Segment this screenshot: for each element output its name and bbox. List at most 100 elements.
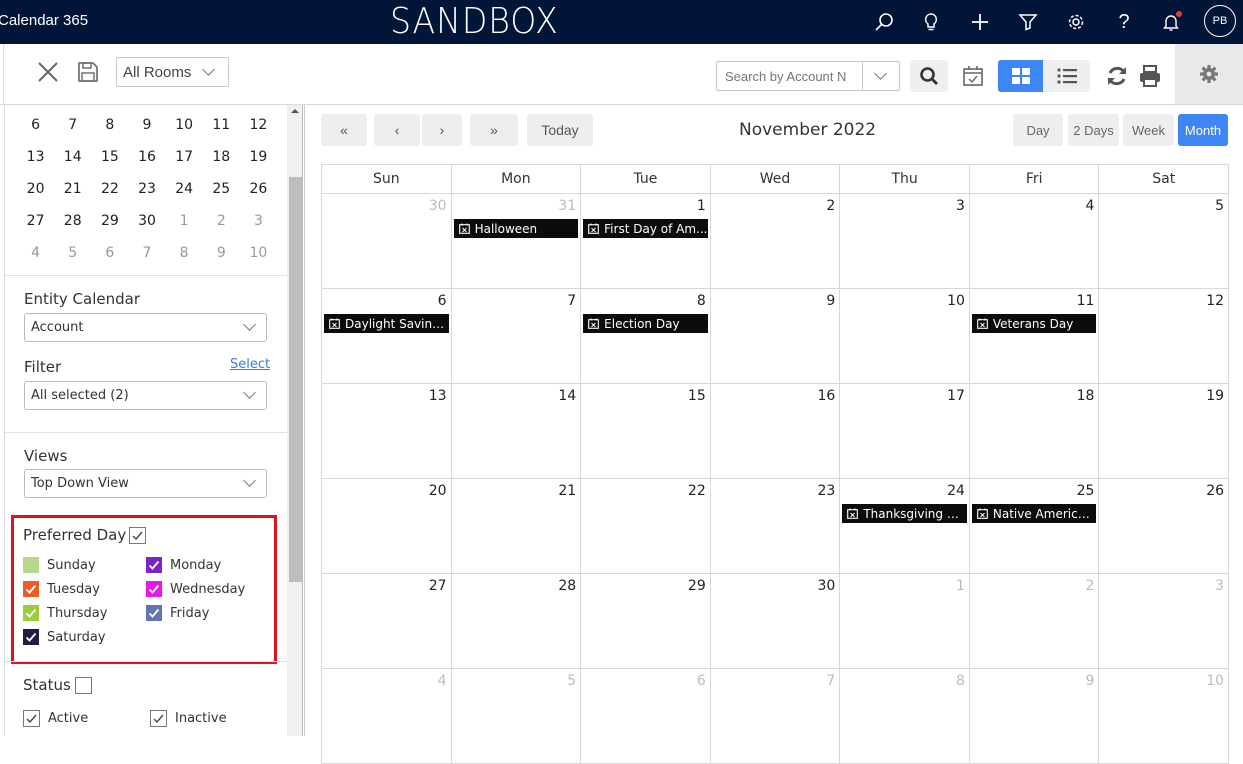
refresh-button[interactable] (1105, 64, 1129, 88)
bell-icon[interactable] (1157, 8, 1185, 36)
calendar-day-cell[interactable]: 8 (839, 669, 969, 763)
close-button[interactable] (34, 58, 62, 86)
calendar-day-cell[interactable]: 2 (709, 194, 840, 288)
calendar-day-cell[interactable]: 27 (322, 574, 451, 668)
calendar-event[interactable]: Native America... (971, 504, 1097, 523)
lightbulb-icon[interactable] (917, 8, 945, 36)
preferred-day-tuesday[interactable]: Tuesday (23, 580, 100, 598)
calendar-event[interactable]: Election Day (583, 314, 708, 333)
active-checkbox[interactable] (23, 709, 40, 727)
calendar-day-cell[interactable]: 18 (968, 384, 1099, 478)
calendar-day-cell[interactable]: 19 (1098, 384, 1228, 478)
calendar-event[interactable]: Thanksgiving Day (842, 504, 967, 523)
avatar[interactable]: PB (1204, 5, 1236, 37)
calendar-day-cell[interactable]: 25 Native America... (968, 479, 1099, 573)
plus-icon[interactable] (966, 8, 994, 36)
next-button[interactable]: › (422, 114, 462, 146)
calendar-day-cell[interactable]: 31 Halloween (450, 194, 581, 288)
calendar-day-cell[interactable]: 20 (322, 479, 451, 573)
mini-calendar-day[interactable]: 19 (240, 149, 277, 165)
view-day-button[interactable]: Day (1013, 114, 1063, 146)
preferred-day-thursday[interactable]: Thursday (23, 604, 107, 622)
calendar-day-cell[interactable]: 10 (839, 289, 969, 383)
mini-calendar-day[interactable]: 8 (91, 117, 128, 133)
calendar-day-cell[interactable]: 14 (450, 384, 581, 478)
mini-calendar-day[interactable]: 28 (54, 213, 91, 229)
rooms-select[interactable]: All Rooms (116, 57, 229, 87)
calendar-day-cell[interactable]: 21 (450, 479, 581, 573)
calendar-day-cell[interactable]: 5 (450, 669, 581, 763)
mini-calendar-day[interactable]: 29 (91, 213, 128, 229)
view-week-button[interactable]: Week (1123, 114, 1174, 146)
sidebar-scrollbar[interactable] (287, 105, 303, 736)
app-name[interactable]: Calendar 365 (0, 12, 88, 29)
calendar-check-button[interactable] (961, 64, 985, 88)
calendar-day-cell[interactable]: 5 (1098, 194, 1228, 288)
calendar-day-cell[interactable]: 8 Election Day (580, 289, 710, 383)
views-select[interactable]: Top Down View (24, 469, 267, 498)
calendar-event[interactable]: Daylight Saving ... (324, 314, 449, 333)
mini-calendar-day[interactable]: 2 (203, 213, 240, 229)
mini-calendar-day[interactable]: 6 (17, 117, 54, 133)
scroll-up-arrow-icon[interactable] (291, 109, 299, 113)
mini-calendar-day[interactable]: 22 (91, 181, 128, 197)
mini-calendar-day[interactable]: 24 (166, 181, 203, 197)
mini-calendar-day[interactable]: 3 (240, 213, 277, 229)
calendar-event[interactable]: First Day of Am... (583, 219, 708, 238)
settings-panel-button[interactable] (1175, 44, 1243, 104)
account-search-input[interactable] (717, 62, 862, 90)
calendar-day-cell[interactable]: 7 (450, 289, 581, 383)
gear-icon[interactable] (1062, 8, 1090, 36)
scroll-thumb[interactable] (289, 177, 302, 582)
calendar-day-cell[interactable]: 15 (580, 384, 710, 478)
inactive-checkbox[interactable] (150, 709, 167, 727)
preferred-day-checkbox[interactable] (129, 527, 146, 544)
mini-calendar-day[interactable]: 21 (54, 181, 91, 197)
last-button[interactable]: » (470, 114, 518, 146)
mini-calendar-day[interactable]: 12 (240, 117, 277, 133)
calendar-day-cell[interactable]: 2 (968, 574, 1099, 668)
mini-calendar-day[interactable]: 23 (128, 181, 165, 197)
mini-calendar-day[interactable]: 9 (128, 117, 165, 133)
calendar-day-cell[interactable]: 26 (1098, 479, 1228, 573)
mini-calendar-day[interactable]: 7 (128, 245, 165, 261)
calendar-day-cell[interactable]: 10 (1098, 669, 1228, 763)
view-month-button[interactable]: Month (1178, 114, 1228, 146)
wednesday-checkbox[interactable] (146, 581, 162, 597)
search-icon[interactable] (870, 8, 898, 36)
calendar-day-cell[interactable]: 16 (709, 384, 840, 478)
calendar-day-cell[interactable]: 4 (322, 669, 451, 763)
calendar-day-cell[interactable]: 13 (322, 384, 451, 478)
mini-calendar-day[interactable]: 14 (54, 149, 91, 165)
calendar-day-cell[interactable]: 22 (580, 479, 710, 573)
mini-calendar-day[interactable]: 9 (203, 245, 240, 261)
calendar-event[interactable]: Halloween (453, 219, 579, 238)
saturday-checkbox[interactable] (23, 629, 39, 645)
preferred-day-sunday[interactable]: Sunday (23, 556, 96, 574)
preferred-day-friday[interactable]: Friday (146, 604, 209, 622)
mini-calendar-day[interactable]: 16 (128, 149, 165, 165)
status-inactive-option[interactable]: Inactive (150, 709, 227, 727)
mini-calendar-day[interactable]: 1 (166, 213, 203, 229)
calendar-day-cell[interactable]: 3 (839, 194, 969, 288)
list-view-button[interactable] (1043, 60, 1090, 92)
preferred-day-monday[interactable]: Monday (146, 556, 221, 574)
today-button[interactable]: Today (527, 114, 593, 146)
mini-calendar-day[interactable]: 11 (203, 117, 240, 133)
view-2days-button[interactable]: 2 Days (1068, 114, 1119, 146)
calendar-day-cell[interactable]: 24 Thanksgiving Day (839, 479, 969, 573)
mini-calendar-day[interactable]: 8 (166, 245, 203, 261)
help-icon[interactable]: ? (1110, 8, 1138, 36)
friday-checkbox[interactable] (146, 605, 162, 621)
filter-select[interactable]: All selected (2) (24, 381, 267, 410)
preferred-day-saturday[interactable]: Saturday (23, 628, 106, 646)
calendar-day-cell[interactable]: 6 (580, 669, 710, 763)
calendar-day-cell[interactable]: 9 (709, 289, 840, 383)
calendar-day-cell[interactable]: 11 Veterans Day (968, 289, 1099, 383)
calendar-day-cell[interactable]: 12 (1098, 289, 1228, 383)
mini-calendar-day[interactable]: 20 (17, 181, 54, 197)
mini-calendar-day[interactable]: 15 (91, 149, 128, 165)
mini-calendar-day[interactable]: 10 (240, 245, 277, 261)
calendar-day-cell[interactable]: 3 (1098, 574, 1228, 668)
calendar-event[interactable]: Veterans Day (971, 314, 1097, 333)
